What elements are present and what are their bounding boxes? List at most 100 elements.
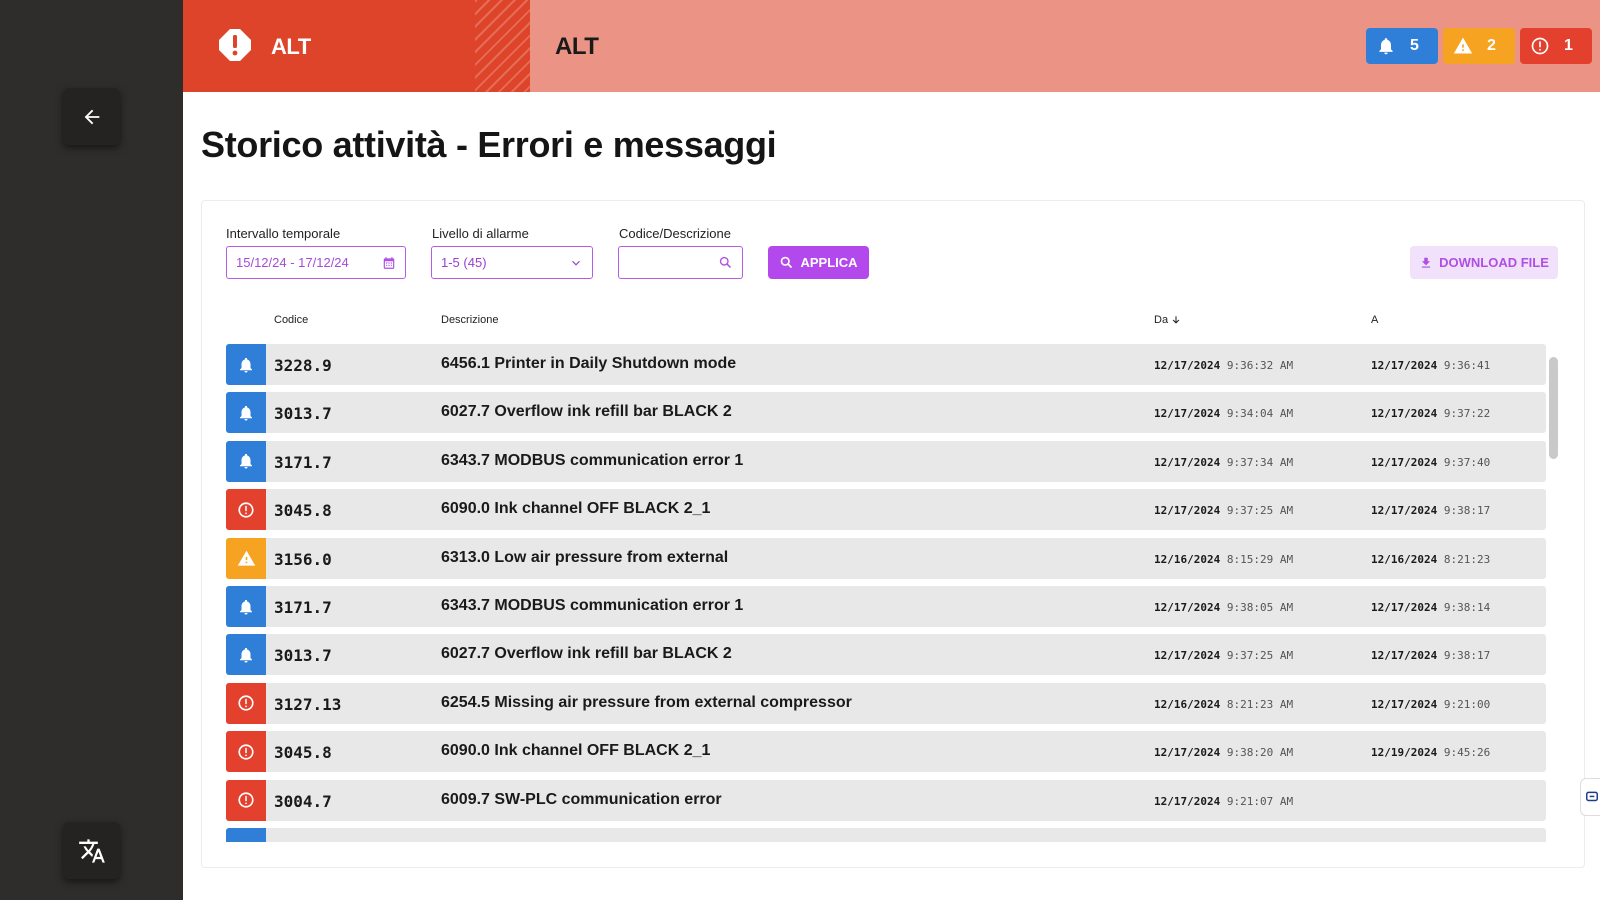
row-from-time: 9:34:04 AM: [1226, 407, 1294, 421]
header-right-panel: [530, 0, 1600, 92]
row-to: 12/17/2024 9:21:00: [1371, 698, 1490, 711]
download-file-button[interactable]: DOWNLOAD FILE: [1410, 246, 1558, 279]
row-to: 12/17/2024 9:38:17: [1371, 504, 1490, 517]
notifications-badge[interactable]: 5: [1366, 28, 1438, 64]
table-row[interactable]: 3171.7 6343.7 MODBUS communication error …: [226, 586, 1546, 627]
table-row[interactable]: 3013.7 6027.7 Overflow ink refill bar BLA…: [226, 392, 1546, 434]
row-from-time: 8:21:23 AM: [1226, 697, 1294, 711]
row-to: 12/19/2024 9:45:26: [1371, 746, 1490, 759]
notifications-count: 5: [1410, 37, 1419, 54]
column-header-to[interactable]: A: [1371, 314, 1378, 326]
table-row[interactable]: [226, 828, 1546, 842]
back-button[interactable]: [63, 88, 120, 145]
severity-indicator: [226, 586, 266, 627]
arrow-left-icon: [84, 109, 99, 124]
row-from-time: 9:37:25 AM: [1226, 504, 1294, 518]
row-description: 6009.7 SW-PLC communication error: [441, 790, 722, 808]
bell-icon: [245, 841, 247, 842]
sort-desc-icon: [1172, 316, 1180, 324]
row-to-date: 12/19/2024: [1371, 746, 1438, 760]
row-from: 12/17/2024 9:37:34 AM: [1154, 456, 1293, 469]
errors-badge[interactable]: 1: [1520, 28, 1592, 64]
severity-indicator: [226, 344, 266, 385]
row-from: 12/16/2024 8:21:23 AM: [1154, 698, 1293, 711]
row-to-time: 9:36:41: [1443, 359, 1491, 372]
row-to: 12/17/2024 9:38:14: [1371, 601, 1490, 614]
row-from-date: 12/17/2024: [1154, 504, 1221, 518]
download-icon: [1422, 257, 1431, 268]
severity-indicator: [226, 537, 266, 579]
row-from-time: 8:15:29 AM: [1226, 552, 1294, 566]
bell-icon: [240, 357, 252, 372]
row-from-time: 9:38:20 AM: [1226, 746, 1294, 760]
row-to: 12/16/2024 8:21:23: [1371, 553, 1490, 566]
row-description: 6090.0 Ink channel OFF BLACK 2_1: [441, 500, 711, 518]
language-button[interactable]: [63, 822, 120, 879]
row-code: 3013.7: [274, 646, 332, 666]
severity-indicator: [226, 828, 266, 842]
row-from-time: 9:36:32 AM: [1226, 359, 1294, 372]
row-description: 6254.5 Missing air pressure from externa…: [441, 693, 852, 711]
row-from-time: 9:38:05 AM: [1226, 601, 1294, 614]
table-row[interactable]: 3004.7 6009.7 SW-PLC communication error 1…: [226, 779, 1546, 821]
column-header-description[interactable]: Descrizione: [441, 314, 498, 326]
row-to-date: 12/17/2024: [1371, 504, 1438, 518]
apply-button[interactable]: APPLICA: [768, 246, 869, 279]
table-row[interactable]: 3013.7 6027.7 Overflow ink refill bar BLA…: [226, 634, 1546, 676]
row-from-date: 12/17/2024: [1154, 794, 1221, 808]
warnings-badge[interactable]: 2: [1443, 28, 1515, 64]
row-from-date: 12/17/2024: [1154, 601, 1221, 614]
side-panel-tab[interactable]: [1580, 778, 1600, 816]
warnings-count: 2: [1487, 37, 1496, 54]
alarm-level-value: 1-5 (45): [441, 255, 487, 270]
chevron-down-icon: [572, 260, 580, 266]
severity-indicator: [226, 489, 266, 531]
row-code: 3013.7: [274, 404, 332, 424]
row-from-date: 12/17/2024: [1154, 407, 1221, 421]
row-to: 12/17/2024 9:37:40: [1371, 456, 1490, 469]
bell-icon: [240, 454, 252, 469]
row-to-time: 9:38:14: [1443, 601, 1491, 614]
table-row[interactable]: 3171.7 6343.7 MODBUS communication error …: [226, 440, 1546, 482]
severity-indicator: [226, 392, 266, 434]
row-from: 12/17/2024 9:21:07 AM: [1154, 795, 1293, 808]
severity-indicator: [226, 731, 266, 773]
table-row[interactable]: 3127.13 6254.5 Missing air pressure from …: [226, 682, 1546, 724]
sidebar: [0, 0, 183, 900]
severity-indicator: [226, 634, 266, 676]
row-from-time: 9:37:34 AM: [1226, 455, 1294, 469]
row-description: 6027.7 Overflow ink refill bar BLACK 2: [441, 645, 732, 663]
table-row[interactable]: 3045.8 6090.0 Ink channel OFF BLACK 2_1 12…: [226, 489, 1546, 531]
column-header-code[interactable]: Codice: [274, 314, 308, 326]
alert-icon: [219, 29, 251, 61]
bell-icon: [240, 599, 252, 614]
header-right-title: ALT: [555, 33, 599, 60]
alarm-level-select[interactable]: 1-5 (45): [431, 246, 593, 279]
row-to: 12/17/2024 9:37:22: [1371, 407, 1490, 420]
level-label: Livello di allarme: [432, 226, 529, 241]
date-range-input[interactable]: 15/12/24 - 17/12/24: [226, 246, 406, 279]
column-header-from[interactable]: Da: [1154, 314, 1181, 326]
table-scrollbar[interactable]: [1549, 357, 1558, 459]
apply-label: APPLICA: [800, 255, 858, 270]
row-to-time: 9:38:17: [1443, 649, 1491, 663]
row-description: 6456.1 Printer in Daily Shutdown mode: [441, 355, 737, 372]
severity-indicator: [226, 682, 266, 724]
table-row[interactable]: 3228.9 6456.1 Printer in Daily Shutdown m…: [226, 344, 1546, 385]
row-code: 3004.7: [274, 791, 332, 811]
alarm-table-body: 3228.9 6456.1 Printer in Daily Shutdown m…: [226, 344, 1546, 842]
error-icon: [238, 744, 254, 760]
table-row[interactable]: 3156.0 6313.0 Low air pressure from exter…: [226, 537, 1546, 579]
header-stripes: [475, 0, 530, 92]
column-header-from-label: Da: [1154, 314, 1169, 326]
warning-icon: [237, 550, 255, 566]
code-search-input[interactable]: [618, 246, 743, 279]
bell-icon: [1379, 38, 1393, 55]
row-description: 6343.7 MODBUS communication error 1: [441, 597, 744, 614]
header-left-title: ALT: [271, 34, 311, 59]
row-from: 12/17/2024 9:37:25 AM: [1154, 504, 1293, 517]
row-description: 6343.7 MODBUS communication error 1: [441, 451, 744, 469]
row-code: 3228.9: [274, 356, 332, 375]
table-row[interactable]: 3045.8 6090.0 Ink channel OFF BLACK 2_1 12…: [226, 731, 1546, 773]
severity-indicator: [226, 440, 266, 482]
